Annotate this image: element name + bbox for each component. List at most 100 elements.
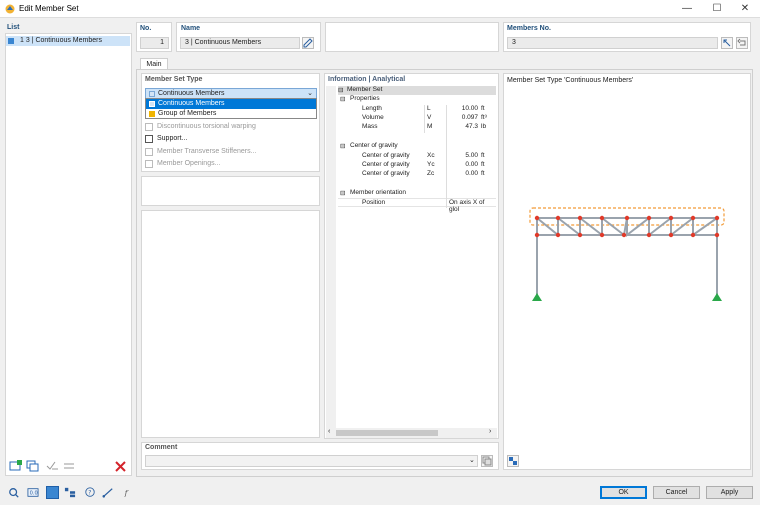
title-bar: Edit Member Set — ☐ ✕ [0,0,760,18]
window-title: Edit Member Set [19,4,79,13]
tree-row-cog-z: Center of gravity Zc 0.00 ft [338,170,496,179]
property-unit: ft [481,152,485,159]
property-name: Mass [362,123,378,130]
option-group-of-members[interactable]: Group of Members [146,109,316,119]
collapse-icon[interactable]: ⊟ [340,189,345,197]
tree-row-member-set[interactable]: ⊟ Member Set [338,86,496,95]
svg-text:0.0: 0.0 [30,491,38,497]
tree-row-volume: Volume V 0.097 ft³ [338,114,496,123]
property-unit: ft [481,161,485,168]
option-label: Group of Members [158,110,217,117]
no-label: No. [140,25,152,32]
support-icon [532,293,722,301]
comment-input[interactable] [145,455,478,467]
support-checkbox[interactable] [145,135,153,143]
collapse-icon[interactable]: ⊟ [338,86,343,94]
property-symbol: Yc [427,161,435,168]
property-name: Center of gravity [362,170,410,177]
close-button[interactable]: ✕ [730,0,760,18]
tree-row-cog-group[interactable]: ⊟ Center of gravity [338,142,496,151]
color-icon[interactable] [46,486,59,499]
color-swatch-icon [8,38,14,44]
member-openings-label: Member Openings... [157,160,221,167]
property-name: Volume [362,114,384,121]
transverse-stiffeners-label: Member Transverse Stiffeners... [157,148,257,155]
tree-row-cog-y: Center of gravity Yc 0.00 ft [338,161,496,170]
property-symbol: Zc [427,170,435,177]
maximize-button[interactable]: ☐ [702,0,732,18]
transverse-stiffeners-checkbox[interactable] [145,148,153,156]
collapse-icon[interactable]: ⊟ [340,142,345,150]
list-panel [5,33,132,476]
list-item[interactable]: 1 3 | Continuous Members [6,36,130,46]
select-members-button[interactable] [721,37,733,49]
option-continuous-members[interactable]: Continuous Members [146,99,316,109]
name-field[interactable]: 3 | Continuous Members [180,37,300,49]
property-unit: ft [481,105,485,112]
scroll-thumb[interactable] [336,430,438,436]
value-icon[interactable]: 0.0 [26,486,40,499]
option-swatch-icon [149,111,155,117]
check-all-icon[interactable] [46,460,60,472]
tree-group-label: Center of gravity [350,142,398,149]
comment-library-button[interactable] [481,455,493,467]
property-value: On axis X of glol [449,199,485,213]
discontinuous-warping-checkbox[interactable] [145,123,153,131]
delete-icon[interactable] [115,461,126,472]
preview-options-button[interactable] [507,455,519,467]
tree-row-position: Position On axis X of glol [338,198,496,213]
ok-button[interactable]: OK [600,486,647,499]
tree-view-icon[interactable] [63,486,77,499]
property-value: 10.00 [461,105,478,112]
scroll-left-icon[interactable]: ‹ [328,428,330,435]
tree-row-orientation-group[interactable]: ⊟ Member orientation [338,189,496,198]
tree-row-cog-x: Center of gravity Xc 5.00 ft [338,152,496,161]
name-label: Name [181,25,201,32]
clear-members-button[interactable] [736,37,748,49]
info-header: Information | Analytical [328,76,406,83]
info-vertical-scrollbar[interactable] [326,86,336,428]
function-icon[interactable]: f [121,486,135,499]
scroll-right-icon[interactable]: › [489,428,491,435]
property-value: 0.00 [465,170,478,177]
no-field[interactable]: 1 [140,37,169,49]
empty-panel-1 [141,176,320,206]
property-unit: ft [481,170,485,177]
tree-row-mass: Mass M 47.3 lb [338,123,496,132]
svg-text:?: ? [88,491,91,497]
uncheck-all-icon[interactable] [62,460,76,472]
option-swatch-icon [149,101,155,107]
column-divider [446,105,447,208]
help-icon[interactable]: ? [83,486,97,499]
option-label: Continuous Members [158,100,225,107]
chevron-down-icon: ⌄ [307,90,313,97]
member-set-type-dropdown: Continuous Members Group of Members [145,98,317,119]
members-field[interactable]: 3 [507,37,718,49]
preview-caption: Member Set Type 'Continuous Members' [507,77,634,84]
type-swatch-icon [149,91,155,97]
cancel-button[interactable]: Cancel [653,486,700,499]
comment-label: Comment [145,444,178,451]
undo-icon [737,38,746,46]
tree-row-properties[interactable]: ⊟ Properties [338,95,496,104]
collapse-icon[interactable]: ⊟ [340,95,345,103]
property-symbol: Xc [427,152,435,159]
info-horizontal-scrollbar[interactable]: ‹ › [326,428,497,438]
minimize-button[interactable]: — [672,0,702,18]
copy-icon [482,456,492,466]
property-symbol: L [427,105,431,112]
apply-button[interactable]: Apply [706,486,753,499]
property-symbol: M [427,123,433,130]
property-name: Length [362,105,382,112]
search-icon[interactable] [7,486,21,499]
property-name: Center of gravity [362,161,410,168]
edit-name-button[interactable] [302,37,314,49]
empty-panel-2 [141,210,320,438]
member-openings-checkbox[interactable] [145,160,153,168]
tab-strip: Main [135,56,753,70]
member-icon[interactable] [101,486,115,499]
property-value: 0.097 [461,114,478,121]
chevron-down-icon[interactable]: ⌄ [469,456,475,464]
new-item-icon[interactable] [9,460,23,472]
copy-item-icon[interactable] [26,460,40,472]
